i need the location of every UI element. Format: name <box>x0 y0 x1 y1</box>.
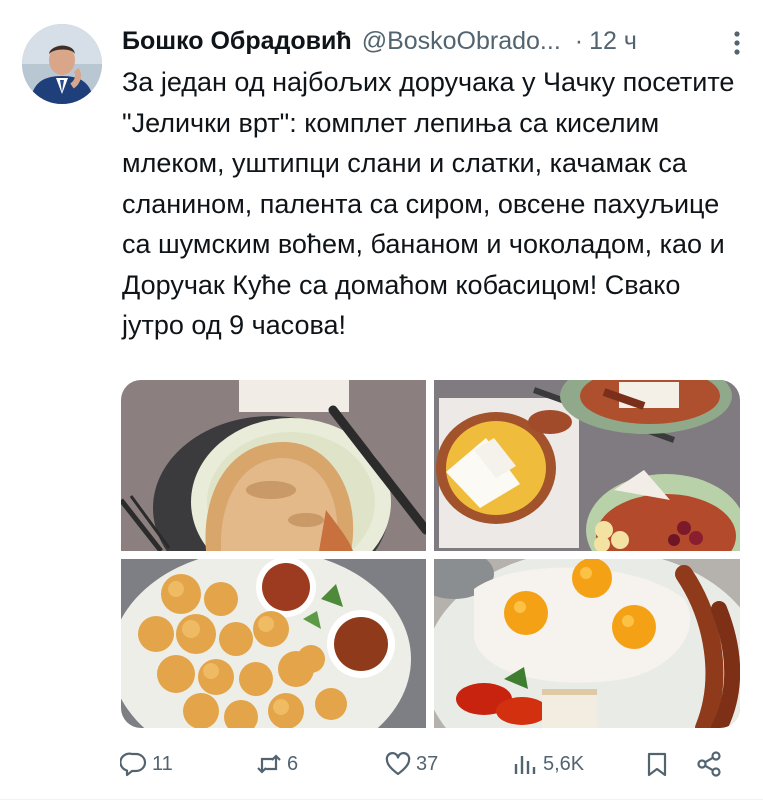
reply-count: 11 <box>152 752 173 775</box>
views-button[interactable]: 5,6K <box>511 744 584 784</box>
author-handle[interactable]: @BoskoObrado... <box>362 27 561 56</box>
media-grid[interactable] <box>121 380 740 728</box>
separator-dot: · <box>574 26 584 55</box>
reply-button[interactable]: 11 <box>120 744 173 784</box>
retweet-icon <box>257 754 281 774</box>
tweet-text: За један од најбољих доручака у Чачку по… <box>122 67 735 340</box>
bookmark-icon <box>647 752 667 777</box>
photo-palenta[interactable] <box>434 380 740 551</box>
bookmark-button[interactable] <box>643 744 675 784</box>
tweet-time[interactable]: 12 ч <box>589 27 637 56</box>
tweet-card[interactable]: Бошко Обрадовић @BoskoObrado... · 12 ч З… <box>0 0 763 800</box>
share-icon <box>697 751 721 777</box>
retweet-count: 6 <box>287 752 299 775</box>
views-icon <box>514 756 536 774</box>
like-button[interactable]: 37 <box>384 744 438 784</box>
reply-icon <box>120 752 147 777</box>
share-button[interactable] <box>695 744 727 784</box>
tweet-header: Бошко Обрадовић @BoskoObrado... · 12 ч <box>122 24 743 58</box>
like-count: 37 <box>416 752 439 775</box>
action-bar: 11 6 37 5,6K <box>120 744 740 784</box>
views-count: 5,6K <box>543 752 585 775</box>
more-vertical-icon[interactable] <box>725 28 749 58</box>
author-name[interactable]: Бошко Обрадовић <box>122 27 352 56</box>
avatar[interactable] <box>22 24 102 104</box>
like-icon <box>385 752 411 776</box>
photo-dorucak-kuce[interactable] <box>434 559 740 728</box>
photo-lepinja[interactable] <box>121 380 426 551</box>
photo-ustipci[interactable] <box>121 559 426 728</box>
retweet-button[interactable]: 6 <box>255 744 298 784</box>
